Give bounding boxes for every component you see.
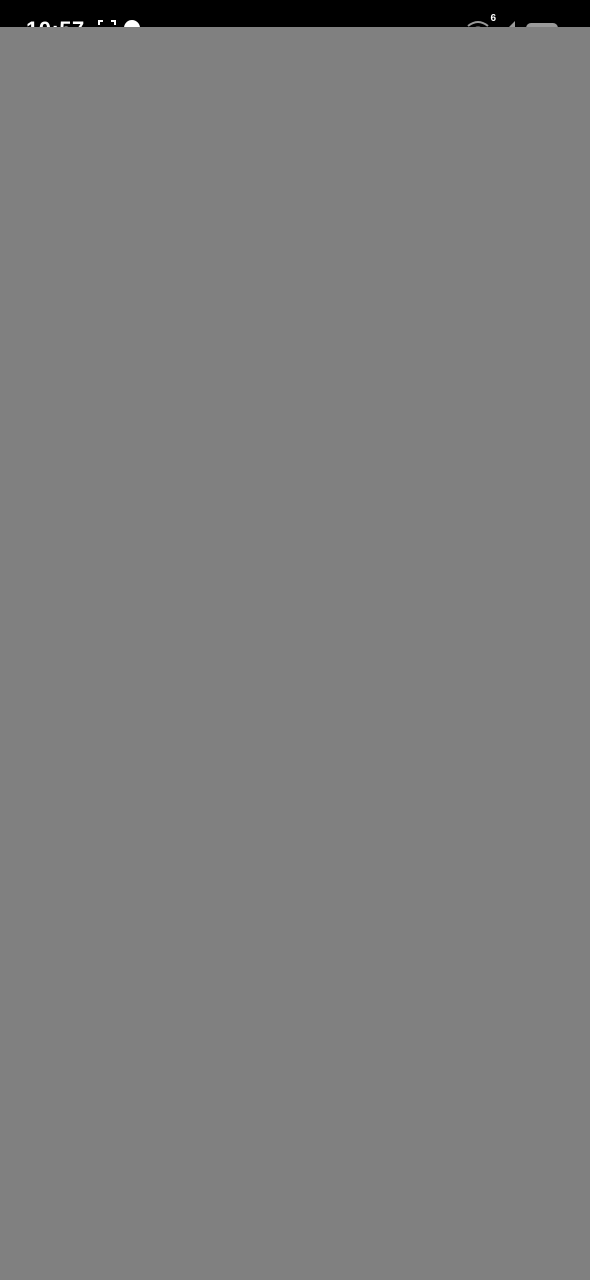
phone-screen: 10:57 6	[0, 0, 590, 1280]
wifi-badge: 6	[490, 12, 496, 24]
dim-overlay[interactable]	[0, 27, 590, 1280]
